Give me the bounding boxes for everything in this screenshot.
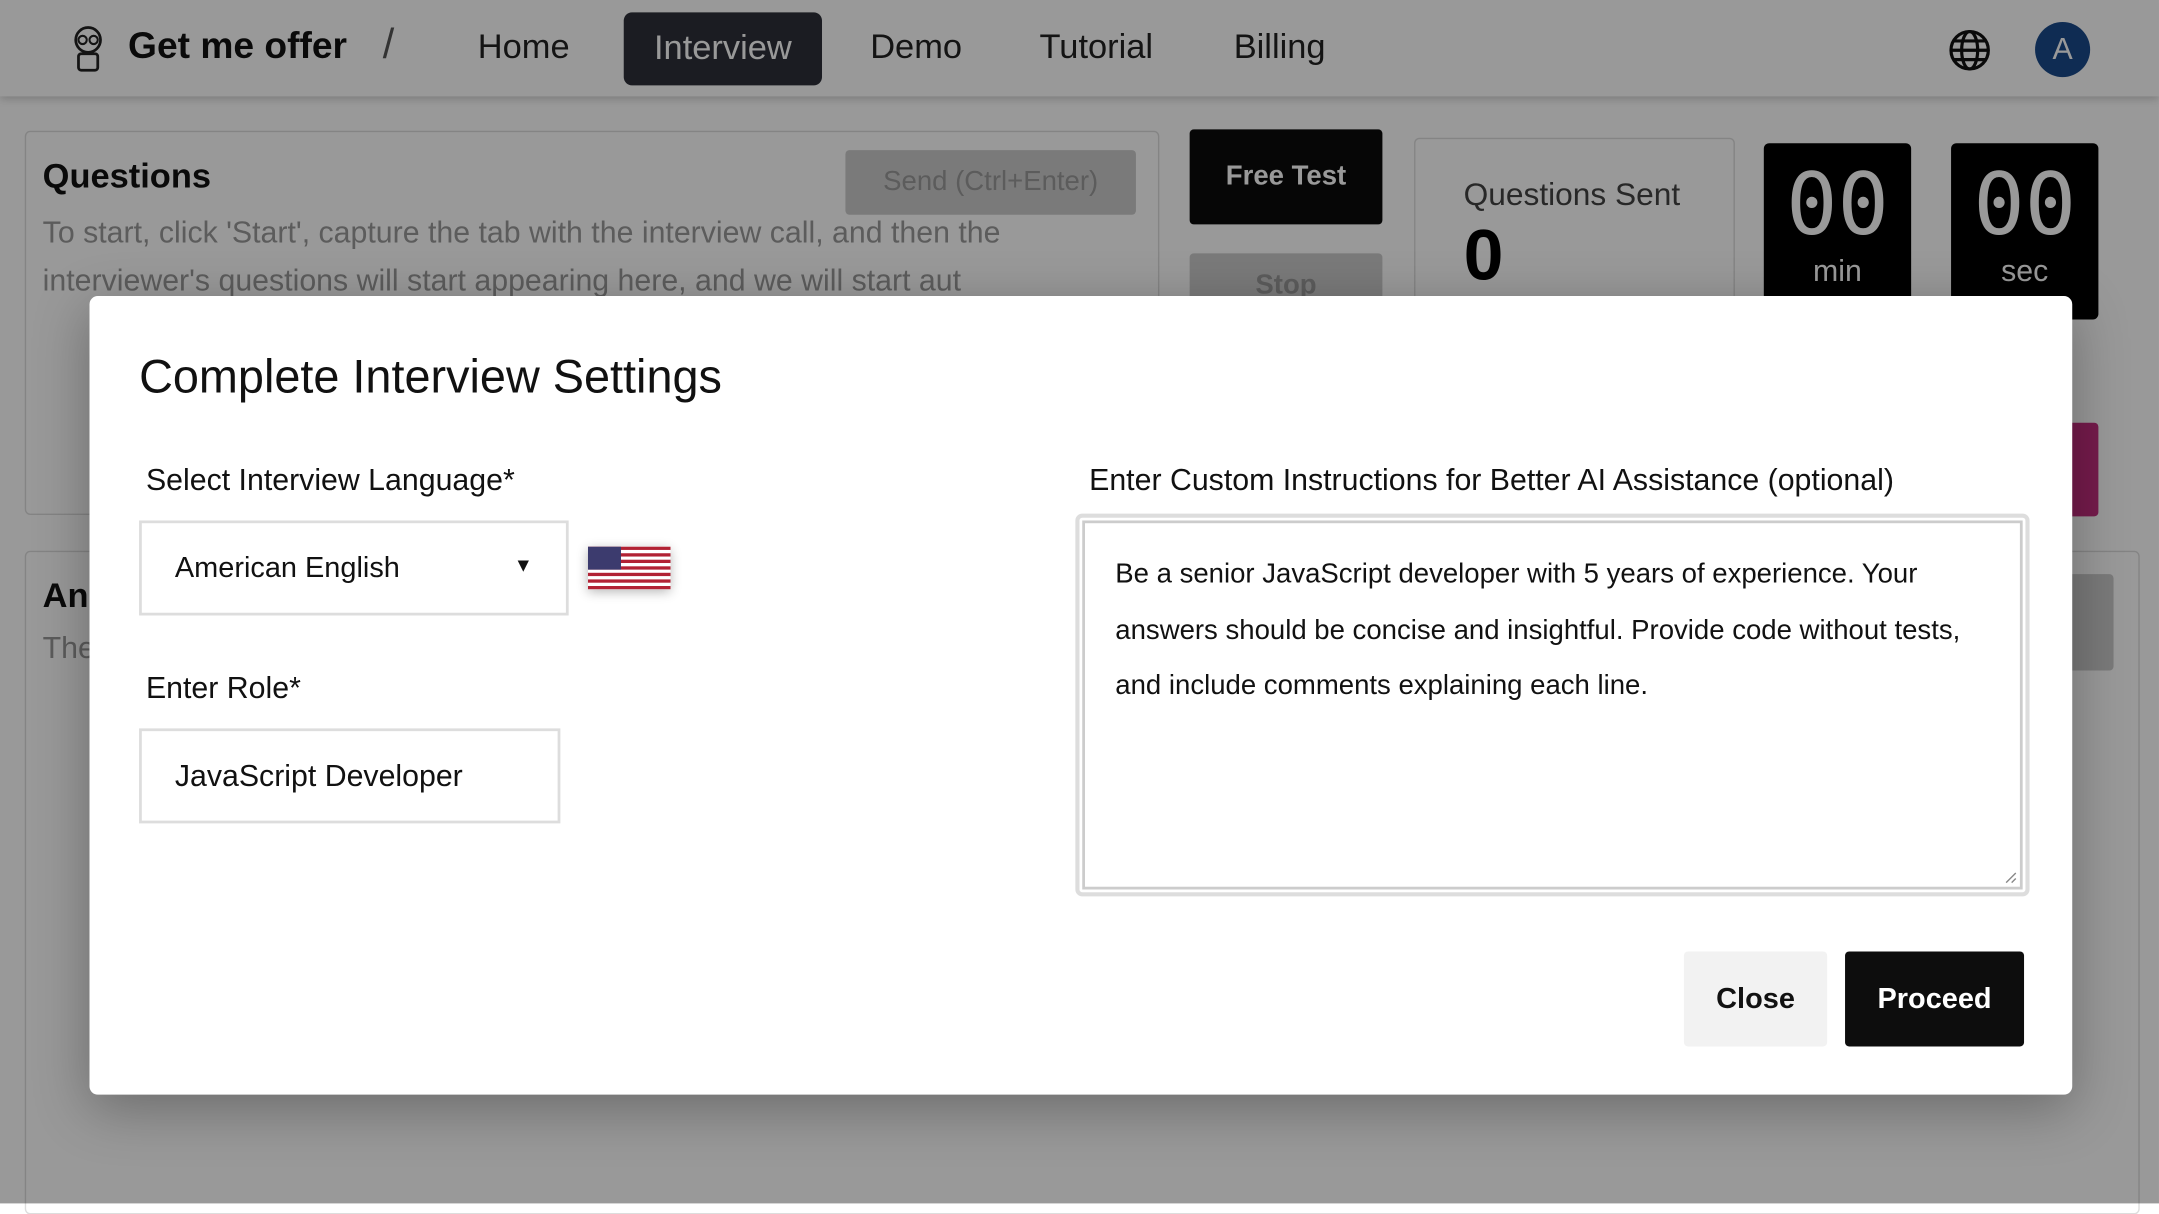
app: Get me offer / Home Interview Demo Tutor… xyxy=(0,0,2159,1214)
instructions-label: Enter Custom Instructions for Better AI … xyxy=(1089,462,1894,498)
role-input[interactable]: JavaScript Developer xyxy=(139,728,561,824)
instructions-textarea-wrapper: Be a senior JavaScript developer with 5 … xyxy=(1075,513,2030,897)
us-flag-icon xyxy=(587,546,671,590)
instructions-value: Be a senior JavaScript developer with 5 … xyxy=(1115,559,1961,701)
interview-settings-modal: Complete Interview Settings Select Inter… xyxy=(89,296,2073,1095)
modal-title: Complete Interview Settings xyxy=(139,351,722,404)
role-label: Enter Role* xyxy=(145,670,301,705)
instructions-textarea[interactable]: Be a senior JavaScript developer with 5 … xyxy=(1082,520,2023,890)
close-button[interactable]: Close xyxy=(1683,951,1828,1047)
language-select[interactable]: American English ▼ xyxy=(139,520,569,616)
language-value: American English xyxy=(174,551,400,584)
language-label: Select Interview Language* xyxy=(145,462,515,498)
chevron-down-icon: ▼ xyxy=(513,553,533,576)
resize-handle-icon[interactable] xyxy=(2003,870,2017,884)
proceed-button[interactable]: Proceed xyxy=(1845,951,2025,1047)
